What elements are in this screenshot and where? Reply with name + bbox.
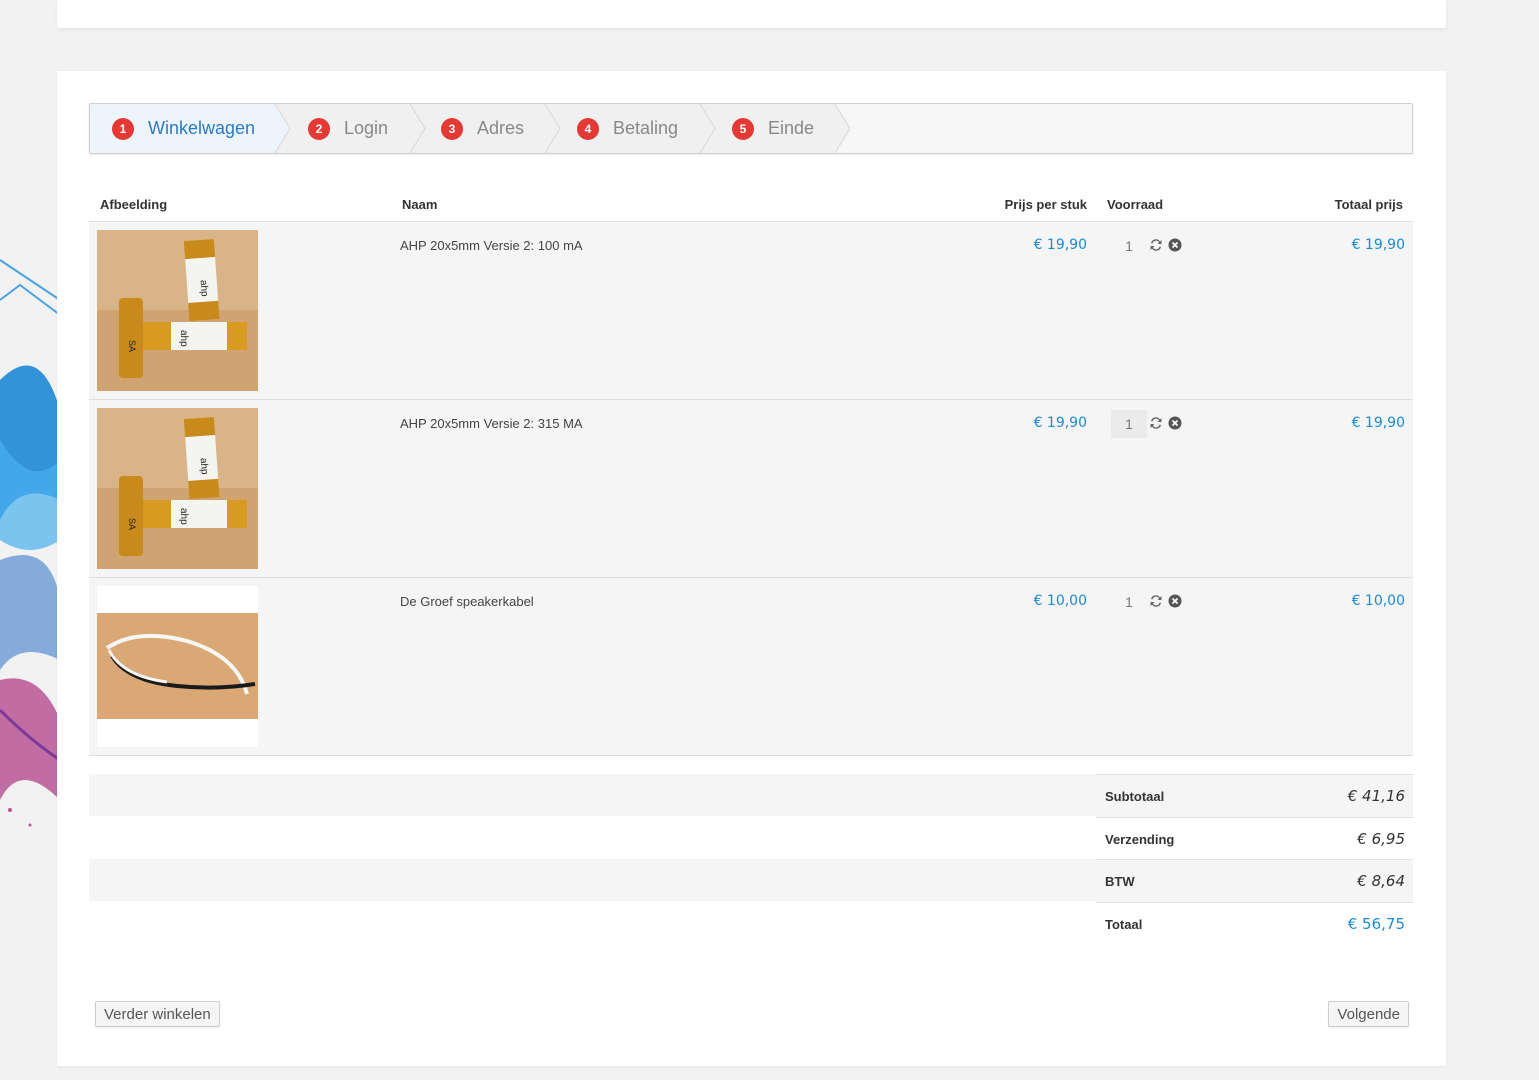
table-row: De Groef speakerkabel € 10,00 € 10,00 <box>89 578 1413 756</box>
checkout-panel: 1 Winkelwagen 2 Login 3 Adres 4 Betaling… <box>57 71 1446 1066</box>
remove-icon[interactable] <box>1168 238 1182 252</box>
product-name[interactable]: AHP 20x5mm Versie 2: 100 mA <box>400 238 583 253</box>
row-total: € 19,90 <box>1351 415 1405 431</box>
row-total: € 10,00 <box>1351 593 1405 609</box>
svg-text:SA: SA <box>127 340 137 352</box>
quantity-input[interactable] <box>1111 588 1147 616</box>
product-image-fuse[interactable]: ahp SA ahp <box>97 408 258 569</box>
refresh-icon[interactable] <box>1149 416 1163 430</box>
vat-value: € 8,64 <box>1357 872 1405 890</box>
column-header-unit-price: Prijs per stuk <box>1004 197 1087 212</box>
background-art <box>0 259 60 827</box>
quantity-input[interactable] <box>1111 410 1147 438</box>
column-header-total: Totaal prijs <box>1334 197 1403 212</box>
table-row: ahp SA ahp AHP 20x5mm Versie 2: 315 MA €… <box>89 400 1413 578</box>
step-number-badge: 1 <box>112 117 134 140</box>
subtotal-label: Subtotaal <box>1105 789 1165 804</box>
step-login[interactable]: 2 Login <box>308 104 388 153</box>
step-number-badge: 3 <box>441 117 463 140</box>
step-label: Login <box>344 118 389 138</box>
product-name[interactable]: AHP 20x5mm Versie 2: 315 MA <box>400 416 583 431</box>
svg-text:ahp: ahp <box>198 280 210 298</box>
shipping-value: € 6,95 <box>1357 830 1405 848</box>
vat-label: BTW <box>1105 874 1135 889</box>
refresh-icon[interactable] <box>1149 238 1163 252</box>
step-label: Einde <box>768 118 815 138</box>
step-label: Betaling <box>613 118 679 138</box>
total-row: Totaal € 56,75 <box>1096 902 1413 945</box>
step-betaling[interactable]: 4 Betaling <box>577 104 678 153</box>
total-value: € 56,75 <box>1347 915 1405 933</box>
unit-price: € 19,90 <box>1033 415 1087 431</box>
row-total: € 19,90 <box>1351 237 1405 253</box>
top-panel <box>57 0 1446 28</box>
checkout-steps: 1 Winkelwagen 2 Login 3 Adres 4 Betaling… <box>89 103 1413 154</box>
svg-text:ahp: ahp <box>178 330 189 347</box>
unit-price: € 10,00 <box>1033 593 1087 609</box>
refresh-icon[interactable] <box>1149 594 1163 608</box>
total-label: Totaal <box>1105 917 1143 932</box>
totals-band <box>89 859 1096 901</box>
step-einde[interactable]: 5 Einde <box>732 104 814 153</box>
column-header-name: Naam <box>402 197 438 212</box>
remove-icon[interactable] <box>1168 416 1182 430</box>
step-adres[interactable]: 3 Adres <box>441 104 524 153</box>
product-image-speaker-cable[interactable] <box>97 586 258 747</box>
table-row: ahp SA ahp AHP 20x5mm Versie 2: 100 mA €… <box>89 222 1413 400</box>
vat-row: BTW € 8,64 <box>1096 859 1413 902</box>
product-name[interactable]: De Groef speakerkabel <box>400 594 534 609</box>
unit-price: € 19,90 <box>1033 237 1087 253</box>
subtotal-row: Subtotaal € 41,16 <box>1096 774 1413 817</box>
step-number-badge: 4 <box>577 117 599 140</box>
column-header-image: Afbeelding <box>100 197 168 212</box>
quantity-input[interactable] <box>1111 232 1147 260</box>
subtotal-value: € 41,16 <box>1347 787 1405 805</box>
shipping-label: Verzending <box>1105 832 1175 847</box>
column-header-stock: Voorraad <box>1107 197 1164 212</box>
product-image-fuse[interactable]: ahp SA ahp <box>97 230 258 391</box>
totals-band <box>89 774 1096 816</box>
svg-text:ahp: ahp <box>198 458 210 476</box>
remove-icon[interactable] <box>1168 594 1182 608</box>
step-number-badge: 5 <box>732 117 754 140</box>
step-winkelwagen[interactable]: 1 Winkelwagen <box>112 104 255 153</box>
next-button[interactable]: Volgende <box>1328 1001 1409 1027</box>
svg-text:SA: SA <box>127 518 137 530</box>
step-label: Winkelwagen <box>148 118 256 138</box>
svg-text:ahp: ahp <box>178 508 189 525</box>
step-number-badge: 2 <box>308 117 330 140</box>
step-label: Adres <box>477 118 525 138</box>
shipping-row: Verzending € 6,95 <box>1096 817 1413 860</box>
continue-shopping-button[interactable]: Verder winkelen <box>95 1001 220 1027</box>
